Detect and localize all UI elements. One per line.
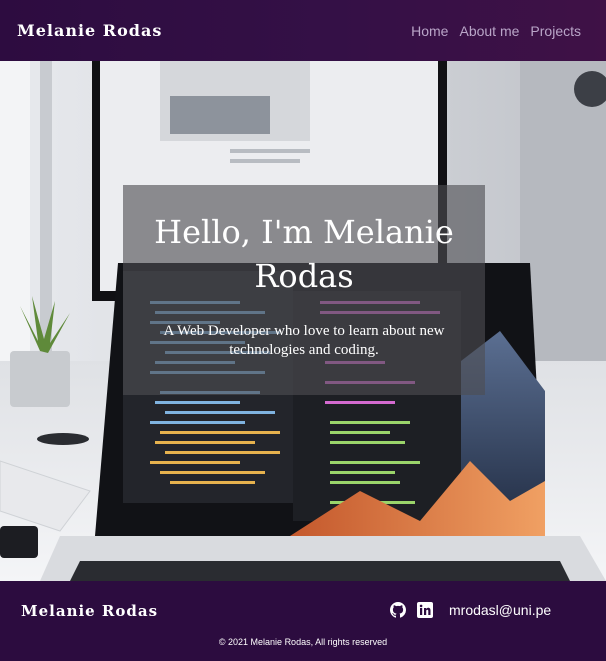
linkedin-icon[interactable]	[417, 602, 433, 618]
copyright-text: © 2021 Melanie Rodas, All rights reserve…	[218, 637, 388, 647]
nav-links: Home About me Projects	[411, 23, 581, 39]
email-link[interactable]: mrodasl@uni.pe	[449, 602, 551, 618]
footer: Melanie Rodas mrodasl@uni.pe © 2021 Mela…	[0, 581, 606, 661]
brand-logo[interactable]: Melanie Rodas	[17, 21, 162, 40]
hero-card: Hello, I'm Melanie Rodas A Web Developer…	[123, 185, 485, 395]
nav-link-about-me[interactable]: About me	[459, 23, 519, 39]
nav-link-home[interactable]: Home	[411, 23, 448, 39]
nav-link-projects[interactable]: Projects	[530, 23, 581, 39]
hero-section: Hello, I'm Melanie Rodas A Web Developer…	[0, 61, 606, 581]
footer-social-links: mrodasl@uni.pe	[390, 602, 551, 618]
hero-title: Hello, I'm Melanie Rodas	[154, 213, 454, 295]
footer-brand: Melanie Rodas	[21, 602, 159, 620]
github-icon[interactable]	[390, 602, 406, 618]
hero-subtitle: A Web Developer who love to learn about …	[163, 323, 445, 358]
navbar: Melanie Rodas Home About me Projects	[0, 0, 606, 61]
